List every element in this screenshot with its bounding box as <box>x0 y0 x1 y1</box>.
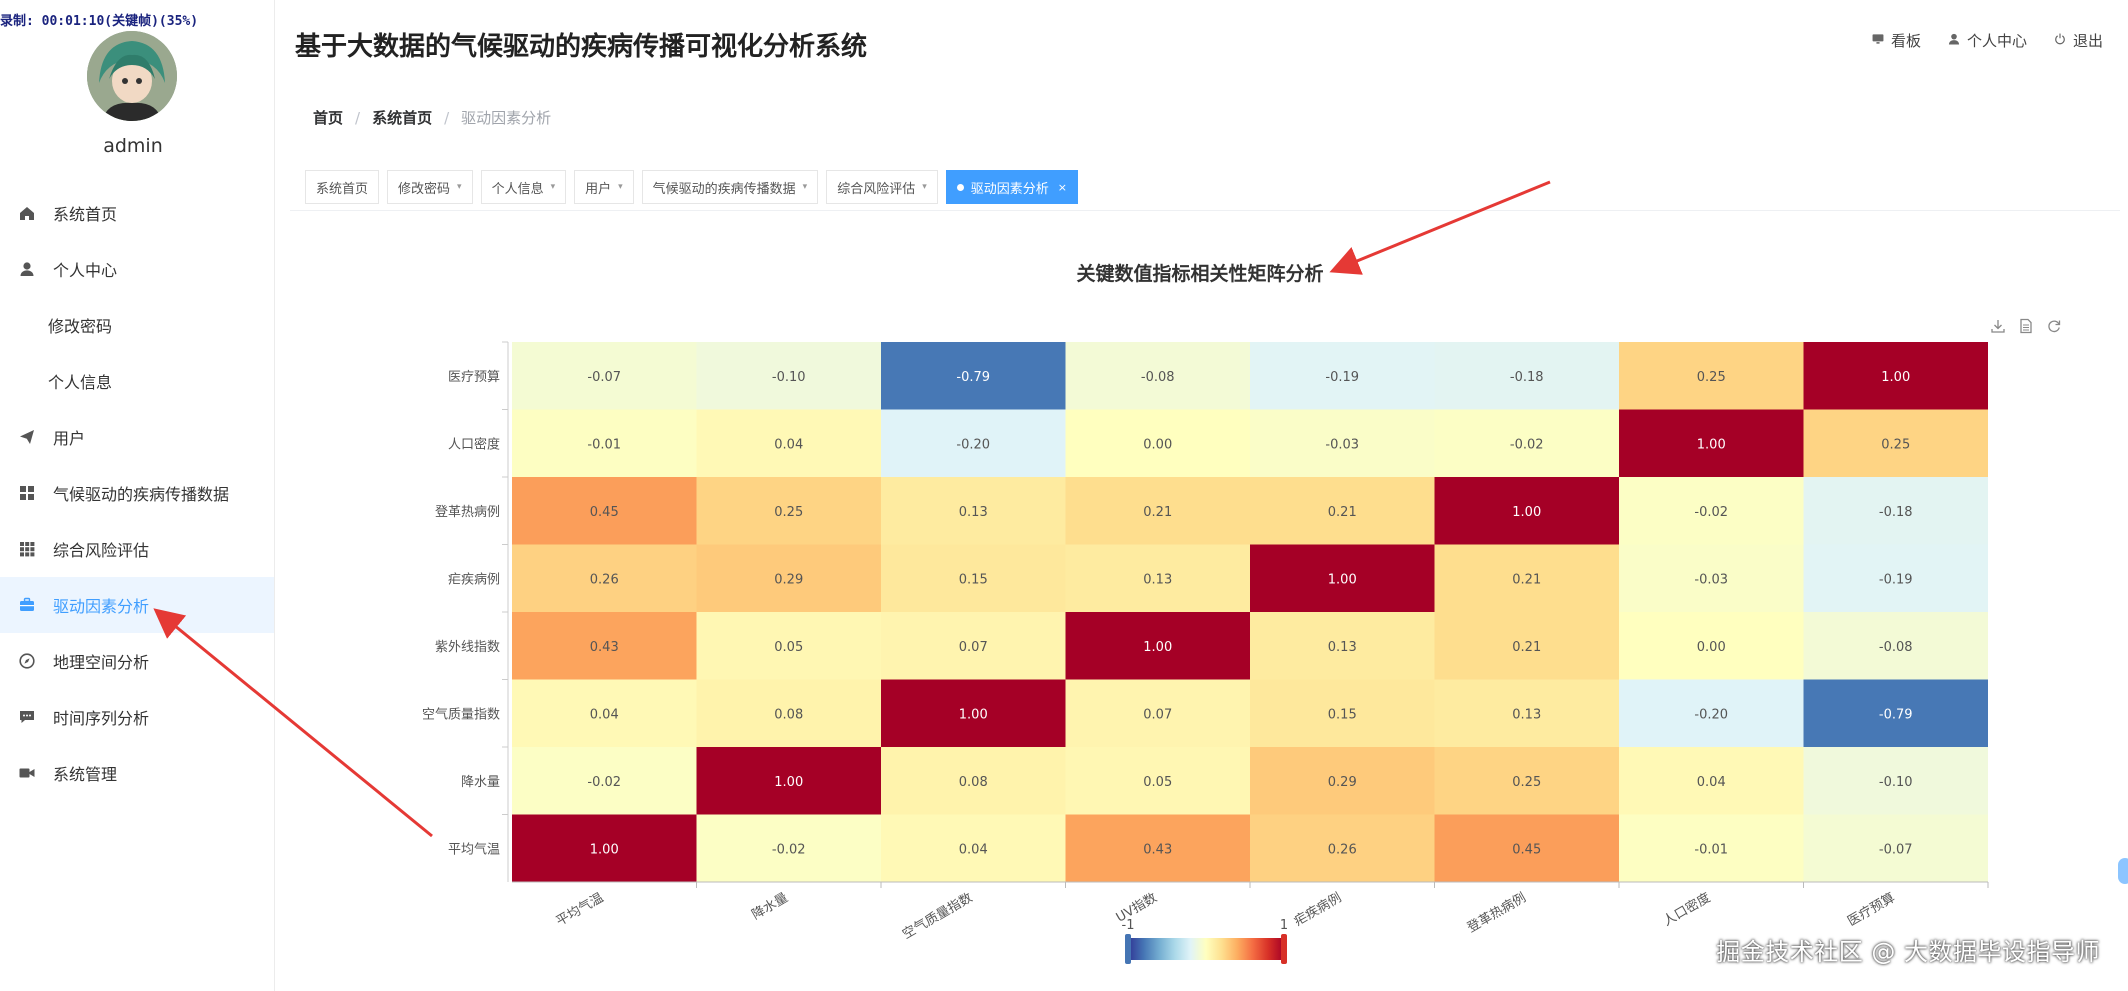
heatmap-cell-label: -0.79 <box>956 370 990 385</box>
x-tick-label: 登革热病例 <box>1465 890 1529 935</box>
heatmap-cell-label: 0.08 <box>774 707 803 722</box>
side-drawer-handle[interactable] <box>2118 858 2128 884</box>
heatmap-cell-label: 0.21 <box>1328 505 1357 520</box>
heatmap-cell-label: -0.10 <box>1879 775 1913 790</box>
x-tick-label: 人口密度 <box>1660 890 1713 930</box>
heatmap-cell-label: 1.00 <box>1143 640 1172 655</box>
visual-map-bar[interactable] <box>1128 938 1284 960</box>
heatmap-cell-label: -0.02 <box>1510 437 1544 452</box>
y-tick-label: 平均气温 <box>448 841 500 857</box>
x-tick-label: 降水量 <box>749 890 790 922</box>
heatmap-cell-label: 0.04 <box>774 437 803 452</box>
heatmap-cell-label: 1.00 <box>1881 370 1910 385</box>
heatmap-cell-label: -0.18 <box>1510 370 1544 385</box>
heatmap-cell-label: -0.03 <box>1694 572 1728 587</box>
heatmap-cell-label: 0.04 <box>590 707 619 722</box>
heatmap-cell-label: 0.15 <box>959 572 988 587</box>
heatmap-cell-label: 0.07 <box>959 640 988 655</box>
heatmap-cell-label: 0.43 <box>1143 842 1172 857</box>
heatmap-cell-label: 0.15 <box>1328 707 1357 722</box>
heatmap-cell-label: 0.05 <box>774 640 803 655</box>
y-tick-label: 医疗预算 <box>448 370 500 385</box>
y-tick-label: 疟疾病例 <box>448 572 500 587</box>
heatmap-cell-label: 0.13 <box>1143 572 1172 587</box>
heatmap-cell-label: -0.02 <box>1694 505 1728 520</box>
heatmap-cell-label: 0.21 <box>1512 572 1541 587</box>
heatmap-cell-label: 0.26 <box>590 572 619 587</box>
heatmap-cell-label: 0.04 <box>959 842 988 857</box>
heatmap-cell-label: 0.25 <box>774 505 803 520</box>
x-tick-label: 空气质量指数 <box>900 890 976 943</box>
heatmap-cell-label: 0.05 <box>1143 775 1172 790</box>
y-tick-label: 人口密度 <box>448 436 500 452</box>
x-tick-label: 疟疾病例 <box>1292 890 1345 929</box>
heatmap-cell-label: 0.07 <box>1143 707 1172 722</box>
heatmap-cell-label: -0.18 <box>1879 505 1913 520</box>
heatmap-cell-label: 0.21 <box>1512 640 1541 655</box>
y-tick-label: 紫外线指数 <box>435 640 500 655</box>
heatmap-cell-label: 0.29 <box>1328 775 1357 790</box>
heatmap-cell-label: 1.00 <box>590 842 619 857</box>
heatmap-cell-label: -0.20 <box>956 437 990 452</box>
heatmap-cell-label: -0.07 <box>1879 842 1913 857</box>
heatmap-cell-label: -0.08 <box>1879 640 1913 655</box>
heatmap-cell-label: 0.04 <box>1697 775 1726 790</box>
heatmap-cell-label: -0.10 <box>772 370 806 385</box>
visual-map-handle-min[interactable] <box>1125 934 1131 964</box>
heatmap-cell-label: 1.00 <box>774 775 803 790</box>
heatmap-cell-label: 0.25 <box>1697 370 1726 385</box>
heatmap-cell-label: -0.01 <box>1694 842 1728 857</box>
heatmap-cell-label: 0.45 <box>590 505 619 520</box>
heatmap-cell-label: 0.45 <box>1512 842 1541 857</box>
heatmap-cell-label: -0.19 <box>1325 370 1359 385</box>
watermark: 掘金技术社区 @ 大数据毕设指导师 <box>1716 938 2100 966</box>
heatmap-cell-label: 0.21 <box>1143 505 1172 520</box>
x-tick-label: 平均气温 <box>553 890 606 930</box>
y-tick-label: 登革热病例 <box>435 505 500 520</box>
heatmap-cell-label: -0.19 <box>1879 572 1913 587</box>
y-tick-label: 空气质量指数 <box>422 706 500 722</box>
heatmap-cell-label: -0.01 <box>587 437 621 452</box>
heatmap-cell-label: -0.08 <box>1141 370 1175 385</box>
heatmap-cell-label: 0.08 <box>959 775 988 790</box>
heatmap-cell-label: 0.29 <box>774 572 803 587</box>
heatmap-cell-label: 1.00 <box>1512 505 1541 520</box>
heatmap-cell-label: 1.00 <box>1328 572 1357 587</box>
heatmap-cell-label: -0.02 <box>772 842 806 857</box>
heatmap-cell-label: 0.25 <box>1512 775 1541 790</box>
correlation-heatmap: 1.00 -0.02 0.04 0.43 0.26 0.45 -0.01 -0.07 -0.02… <box>422 341 1989 964</box>
heatmap-cell-label: 1.00 <box>959 707 988 722</box>
y-tick-label: 降水量 <box>461 775 500 790</box>
heatmap-cell-label: 0.13 <box>1512 707 1541 722</box>
heatmap-cell-label: 0.13 <box>959 505 988 520</box>
heatmap-cell-label: -0.03 <box>1325 437 1359 452</box>
heatmap-cell-label: -0.07 <box>587 370 621 385</box>
visual-map-min-label: -1 <box>1122 918 1135 933</box>
heatmap-cell-label: 0.26 <box>1328 842 1357 857</box>
visual-map-max-label: 1 <box>1280 918 1288 933</box>
heatmap-cell-label: 1.00 <box>1697 437 1726 452</box>
heatmap-cell-label: 0.00 <box>1143 437 1172 452</box>
heatmap-cell-label: 0.13 <box>1328 640 1357 655</box>
visual-map-handle-max[interactable] <box>1281 934 1287 964</box>
heatmap-cell-label: -0.79 <box>1879 707 1913 722</box>
heatmap-cell-label: 0.00 <box>1697 640 1726 655</box>
x-tick-label: 医疗预算 <box>1845 890 1898 929</box>
heatmap-cell-label: 0.43 <box>590 640 619 655</box>
heatmap-cell-label: -0.20 <box>1694 707 1728 722</box>
heatmap-cell-label: -0.02 <box>587 775 621 790</box>
heatmap-cell-label: 0.25 <box>1881 437 1910 452</box>
